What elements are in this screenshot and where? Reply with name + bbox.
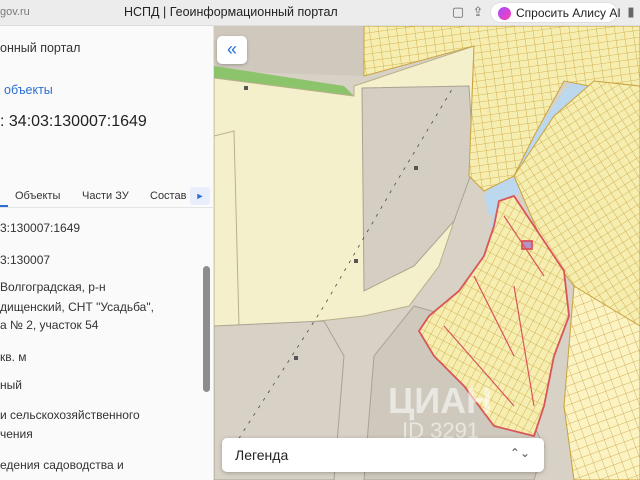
field-area: кв. м bbox=[0, 350, 27, 364]
field-category-line-1: и сельскохозяйственного bbox=[0, 408, 140, 422]
alice-icon bbox=[498, 7, 511, 20]
objects-link[interactable]: объекты bbox=[4, 83, 53, 97]
share-icon[interactable]: ⇪ bbox=[470, 4, 486, 20]
field-status: ный bbox=[0, 378, 22, 392]
tab-composition[interactable]: Состав bbox=[150, 190, 186, 202]
panel-scrollbar[interactable] bbox=[203, 266, 210, 392]
info-panel: онный портал объекты : 34:03:130007:1649… bbox=[0, 26, 214, 480]
field-address-line-3: а № 2, участок 54 bbox=[0, 318, 99, 332]
map-marker bbox=[414, 166, 418, 170]
double-chevron-left-icon: « bbox=[226, 39, 237, 59]
map-marker bbox=[244, 86, 248, 90]
address-bar[interactable]: gov.ru bbox=[0, 6, 30, 18]
collapse-panel-button[interactable]: « bbox=[217, 36, 247, 64]
map-marker bbox=[294, 356, 298, 360]
watermark-text: ЦИАН bbox=[388, 380, 493, 421]
browser-toolbar: gov.ru НСПД | Геоинформационный портал ▢… bbox=[0, 0, 640, 26]
tab-objects[interactable]: Объекты bbox=[15, 190, 60, 202]
portal-name: онный портал bbox=[0, 41, 81, 55]
field-address-line-2: дищенский, СНТ "Усадьба", bbox=[0, 300, 154, 314]
object-tabs: Объекты Части ЗУ Состав ► bbox=[0, 182, 213, 208]
tabs-icon[interactable]: ▢ bbox=[450, 4, 466, 20]
ask-alice-button[interactable]: Спросить Алису AI bbox=[490, 2, 621, 23]
field-cadastral-block: 3:130007 bbox=[0, 253, 51, 267]
page-title: НСПД | Геоинформационный портал bbox=[124, 5, 338, 19]
legend-dropdown[interactable]: Легенда ⌃⌄ bbox=[222, 438, 544, 472]
tab-land-parts[interactable]: Части ЗУ bbox=[82, 190, 129, 202]
field-address-line-1: Волгоградская, р-н bbox=[0, 280, 106, 294]
cadastral-number-title: : 34:03:130007:1649 bbox=[0, 113, 147, 130]
chevron-right-icon[interactable]: ► bbox=[190, 187, 210, 205]
ask-alice-label: Спросить Алису AI bbox=[516, 6, 621, 20]
bookmark-icon[interactable]: ▮ bbox=[623, 4, 639, 20]
field-category-line-2: чения bbox=[0, 427, 33, 441]
legend-label: Легенда bbox=[235, 447, 289, 463]
map-marker bbox=[354, 259, 358, 263]
field-cadastral-number: 3:130007:1649 bbox=[0, 221, 81, 235]
active-tab-indicator bbox=[0, 205, 8, 207]
up-down-chevron-icon: ⌃⌄ bbox=[509, 446, 530, 460]
field-usage: едения садоводства и bbox=[0, 458, 124, 472]
field-left-edge bbox=[214, 130, 240, 327]
